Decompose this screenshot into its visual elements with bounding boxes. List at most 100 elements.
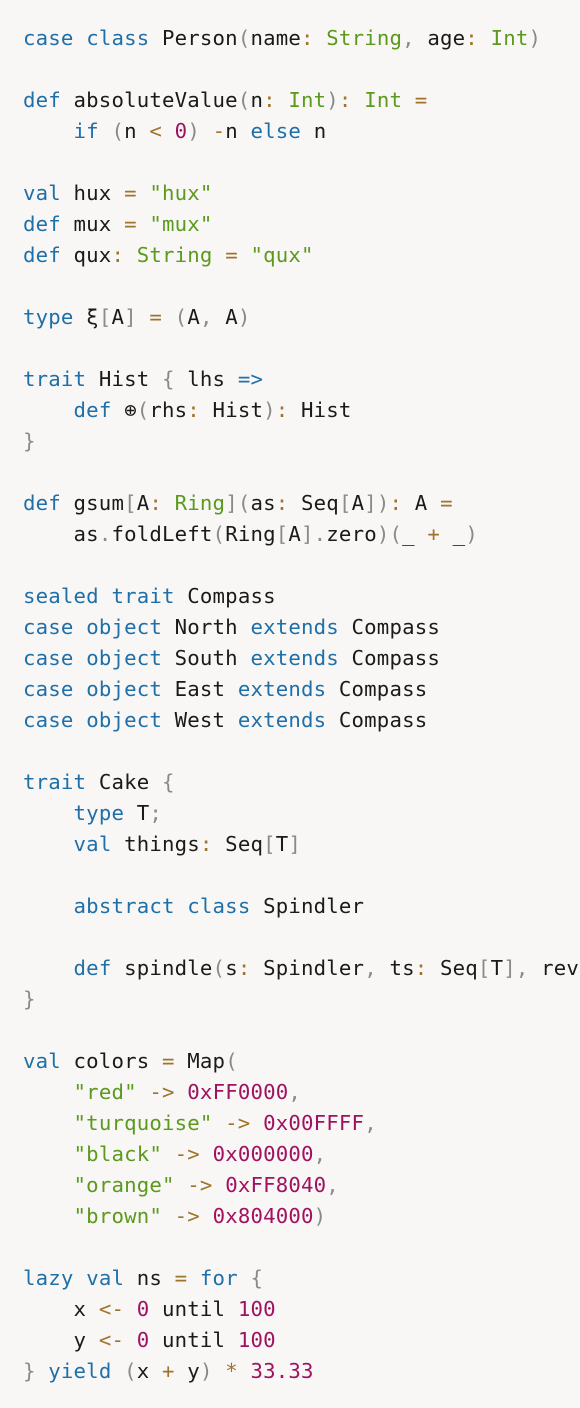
keyword-token: extends xyxy=(237,677,327,701)
number-token: 0 xyxy=(136,1328,150,1352)
punctuation-token: ( xyxy=(225,1049,238,1073)
identifier-token: until xyxy=(149,1297,238,1321)
identifier-token xyxy=(23,1204,74,1228)
number-token: 0 xyxy=(136,1297,150,1321)
operator-token: = xyxy=(124,212,137,236)
string-token: "hux" xyxy=(149,181,213,205)
identifier-token xyxy=(162,1142,175,1166)
operator-token: = xyxy=(440,491,453,515)
punctuation-token: ( xyxy=(174,305,188,329)
punctuation-token: ( xyxy=(124,1359,137,1383)
identifier-token: hux xyxy=(60,181,125,205)
identifier-token: Compass xyxy=(326,708,428,732)
identifier-token xyxy=(23,398,74,422)
code-line: x <- 0 until 100 xyxy=(23,1294,580,1325)
identifier-token: as xyxy=(250,491,276,515)
identifier-token: n xyxy=(124,119,150,143)
keyword-token: case xyxy=(23,26,74,50)
identifier-token: _ xyxy=(402,522,428,546)
code-line: } xyxy=(23,984,580,1015)
keyword-token: if xyxy=(73,119,99,143)
code-line: as.foldLeft(Ring[A].zero)(_ + _) xyxy=(23,519,580,550)
operator-token: -> xyxy=(174,1142,200,1166)
identifier-token: T xyxy=(490,956,504,980)
punctuation-token: [ xyxy=(124,491,137,515)
identifier-token: mux xyxy=(60,212,125,236)
keyword-token: def xyxy=(73,956,112,980)
code-editor[interactable]: case class Person(name: String, age: Int… xyxy=(0,0,580,1408)
operator-token: -> xyxy=(149,1080,175,1104)
operator-token: = xyxy=(174,1266,188,1290)
code-line: type ξ[A] = (A, A) xyxy=(23,302,580,333)
punctuation-token: [ xyxy=(263,832,276,856)
identifier-token: Seq xyxy=(212,832,264,856)
operator-token: = xyxy=(225,243,238,267)
identifier-token: East xyxy=(162,677,238,701)
punctuation-token: , xyxy=(402,26,415,50)
identifier-token: A xyxy=(111,305,125,329)
identifier-token xyxy=(162,491,175,515)
identifier-token: n xyxy=(225,119,251,143)
identifier-token xyxy=(23,1142,74,1166)
keyword-token: object xyxy=(86,646,162,670)
punctuation-token: ( xyxy=(212,522,226,546)
identifier-token xyxy=(213,1111,226,1135)
punctuation-token: ] xyxy=(124,305,137,329)
identifier-token: A xyxy=(187,305,200,329)
code-line: def qux: String = "qux" xyxy=(23,240,580,271)
operator-token: <- xyxy=(98,1297,125,1321)
identifier-token: x xyxy=(136,1359,163,1383)
code-block[interactable]: case class Person(name: String, age: Int… xyxy=(23,23,580,1387)
punctuation-token: [ xyxy=(338,491,352,515)
operator-token: : xyxy=(187,398,200,422)
punctuation-token: ]) xyxy=(364,491,390,515)
operator-token: : xyxy=(263,88,276,112)
identifier-token xyxy=(213,1359,226,1383)
identifier-token: name xyxy=(250,26,302,50)
identifier-token: A xyxy=(288,522,302,546)
code-line: "black" -> 0x000000, xyxy=(23,1139,580,1170)
identifier-token xyxy=(175,1173,188,1197)
punctuation-token: } xyxy=(23,987,36,1011)
identifier-token xyxy=(162,1204,175,1228)
identifier-token: North xyxy=(162,615,251,639)
punctuation-token: ( xyxy=(136,398,150,422)
code-line: def absoluteValue(n: Int): Int = xyxy=(23,85,580,116)
code-line: y <- 0 until 100 xyxy=(23,1325,580,1356)
keyword-token: trait xyxy=(23,770,87,794)
operator-token: < xyxy=(149,119,163,143)
punctuation-token: { xyxy=(162,770,175,794)
identifier-token xyxy=(314,26,327,50)
identifier-token xyxy=(23,1080,74,1104)
punctuation-token: , xyxy=(364,1111,377,1135)
identifier-token: x xyxy=(23,1297,99,1321)
code-line: "orange" -> 0xFF8040, xyxy=(23,1170,580,1201)
punctuation-token: ; xyxy=(149,801,163,825)
punctuation-token: ] xyxy=(288,832,302,856)
operator-token: + xyxy=(427,522,441,546)
identifier-token xyxy=(99,119,112,143)
identifier-token xyxy=(250,1111,263,1135)
operator-token: : xyxy=(111,243,125,267)
operator-token: + xyxy=(162,1359,175,1383)
keyword-token: case xyxy=(23,708,74,732)
identifier-token xyxy=(111,1359,124,1383)
keyword-token: val xyxy=(86,1266,125,1290)
type-token: Int xyxy=(288,88,327,112)
keyword-token: extends xyxy=(250,646,339,670)
keyword-token: def xyxy=(23,491,61,515)
number-token: 0x00FFFF xyxy=(263,1111,365,1135)
identifier-token xyxy=(23,801,74,825)
keyword-token: yield xyxy=(48,1359,112,1383)
identifier-token: A xyxy=(402,491,441,515)
keyword-token: val xyxy=(73,832,112,856)
identifier-token: Hist xyxy=(199,398,264,422)
number-token: 100 xyxy=(237,1297,276,1321)
code-line: val hux = "hux" xyxy=(23,178,580,209)
number-token: 33.33 xyxy=(250,1359,314,1383)
operator-token: <- xyxy=(98,1328,125,1352)
